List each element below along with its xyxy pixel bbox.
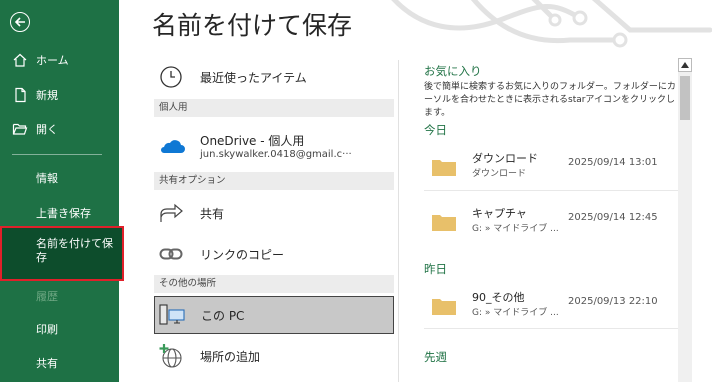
location-share[interactable]: 共有 <box>154 198 394 228</box>
back-arrow-icon[interactable] <box>10 12 30 32</box>
folder-name: キャプチャ <box>472 207 527 220</box>
folder-open-icon <box>12 121 28 137</box>
backstage-sidebar: ホーム 新規 開く 情報 上書き保存 履歴 印刷 共有 <box>0 0 119 382</box>
folder-path: ダウンロード <box>472 169 527 179</box>
vertical-scrollbar[interactable] <box>678 58 692 382</box>
section-header-shared: 共有オプション <box>154 172 394 190</box>
folder-date: 2025/09/14 13:01 <box>568 157 658 168</box>
sidebar-item-share[interactable]: 共有 <box>36 355 58 371</box>
computer-icon <box>155 303 189 327</box>
sidebar-item-history: 履歴 <box>36 290 58 303</box>
scrollbar-thumb[interactable] <box>680 76 690 120</box>
location-copy-link[interactable]: リンクのコピー <box>154 239 394 269</box>
folder-icon <box>432 299 456 315</box>
sidebar-item-print[interactable]: 印刷 <box>36 321 58 337</box>
sidebar-item-save-as[interactable]: 名前を付けて保存 <box>0 226 124 281</box>
location-recent[interactable]: 最近使ったアイテム <box>154 62 394 92</box>
new-document-icon <box>12 87 28 103</box>
sidebar-item-label: 名前を付けて保存 <box>36 237 113 264</box>
scroll-up-arrow-icon[interactable] <box>678 58 692 72</box>
onedrive-name: OneDrive - 個人用 <box>200 134 305 148</box>
panel-divider <box>398 60 399 382</box>
sidebar-item-home[interactable]: ホーム <box>0 49 119 71</box>
sidebar-item-open[interactable]: 開く <box>0 118 119 140</box>
yesterday-heading: 昨日 <box>424 262 447 276</box>
location-add-place[interactable]: 場所の追加 <box>154 341 394 371</box>
folder-item[interactable]: キャプチャ G: » マイドライブ ... 2025/09/14 12:45 <box>424 199 679 243</box>
folder-icon <box>432 160 456 176</box>
clock-icon <box>154 65 188 89</box>
folder-name: 90_その他 <box>472 291 525 304</box>
section-header-personal: 個人用 <box>154 99 394 117</box>
sidebar-divider <box>12 154 102 155</box>
section-header-other: その他の場所 <box>154 275 394 293</box>
sidebar-item-info[interactable]: 情報 <box>36 170 58 186</box>
sidebar-item-new[interactable]: 新規 <box>0 84 119 106</box>
folder-item[interactable]: 90_その他 G: » マイドライブ ... 2025/09/13 22:10 <box>424 283 679 327</box>
onedrive-account: jun.skywalker.0418@gmail.c··· <box>200 149 352 160</box>
location-this-pc[interactable]: この PC <box>154 296 394 334</box>
share-arrow-icon <box>154 202 188 224</box>
favorites-heading: お気に入り <box>424 64 482 78</box>
folder-name: ダウンロード <box>472 152 538 165</box>
home-icon <box>12 52 28 68</box>
row-divider <box>424 328 678 329</box>
sidebar-item-save[interactable]: 上書き保存 <box>36 205 91 221</box>
location-add-place-label: 場所の追加 <box>200 349 261 364</box>
favorites-description: 後で簡単に検索するお気に入りのフォルダー。フォルダーにカーソルを合わせたときに表… <box>424 82 676 118</box>
globe-add-icon <box>154 343 188 369</box>
location-this-pc-label: この PC <box>201 308 245 323</box>
row-divider <box>424 190 678 191</box>
location-share-label: 共有 <box>200 206 225 221</box>
page-title: 名前を付けて保存 <box>152 11 353 40</box>
folder-date: 2025/09/14 12:45 <box>568 212 658 223</box>
last-week-heading: 先週 <box>424 350 447 364</box>
onedrive-cloud-icon <box>154 137 188 155</box>
folder-path: G: » マイドライブ ... <box>472 224 559 234</box>
folder-path: G: » マイドライブ ... <box>472 308 559 318</box>
location-copy-link-label: リンクのコピー <box>200 247 285 262</box>
sidebar-item-label: 開く <box>36 123 58 136</box>
sidebar-item-label: 新規 <box>36 89 58 102</box>
folder-date: 2025/09/13 22:10 <box>568 296 658 307</box>
folder-icon <box>432 215 456 231</box>
circuit-decoration-icon <box>391 0 712 48</box>
folder-item[interactable]: ダウンロード ダウンロード 2025/09/14 13:01 <box>424 144 679 188</box>
link-icon <box>154 247 188 261</box>
today-heading: 今日 <box>424 123 447 137</box>
sidebar-item-label: ホーム <box>36 54 69 67</box>
location-recent-label: 最近使ったアイテム <box>200 70 307 85</box>
location-onedrive[interactable]: OneDrive - 個人用 jun.skywalker.0418@gmail.… <box>154 124 394 168</box>
